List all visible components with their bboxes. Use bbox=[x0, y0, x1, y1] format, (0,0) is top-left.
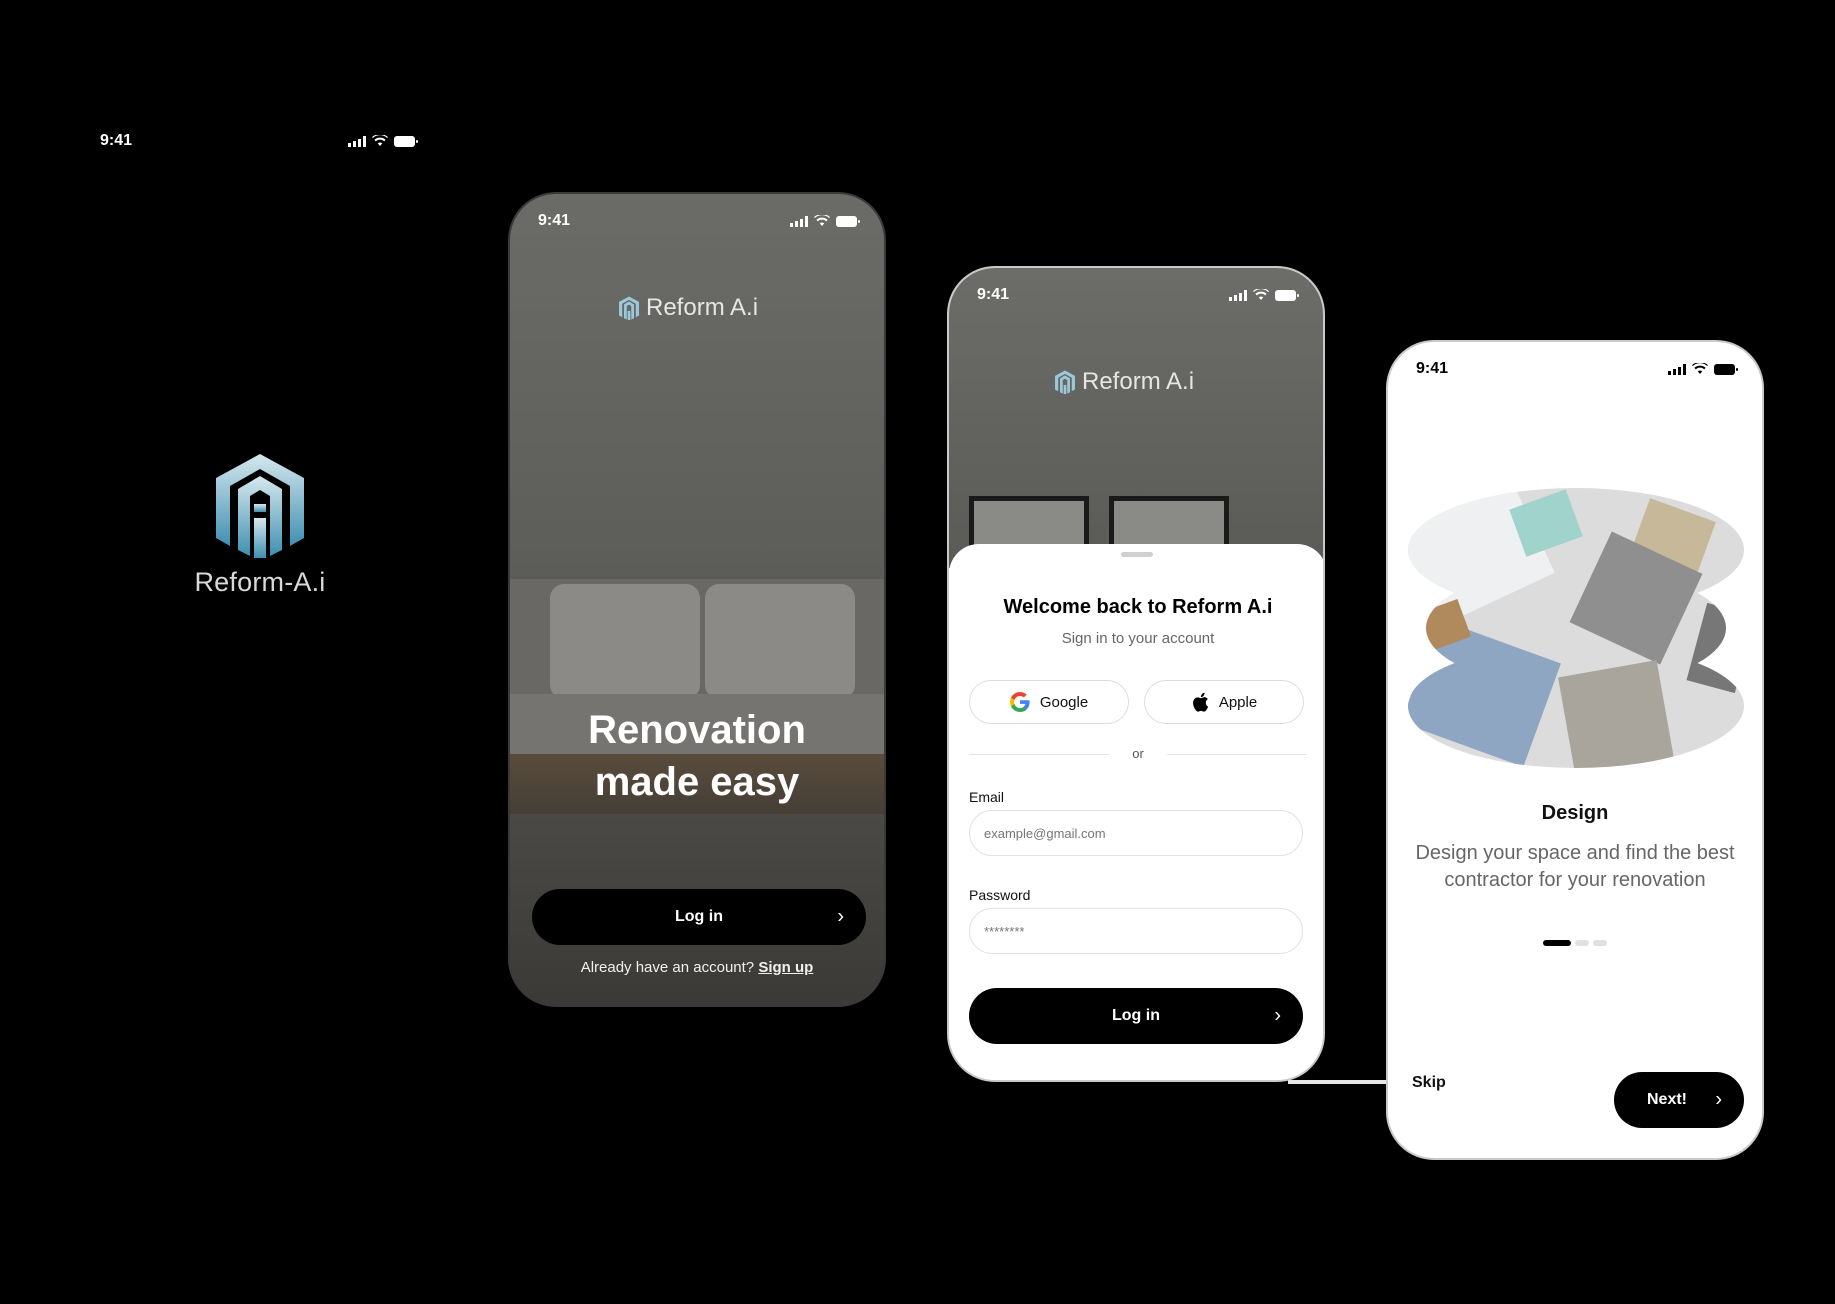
signal-icon bbox=[348, 135, 366, 147]
password-label: Password bbox=[969, 887, 1031, 903]
reform-logo-icon bbox=[216, 454, 304, 558]
wifi-icon bbox=[1692, 363, 1708, 374]
signup-prompt: Already have an account? Sign up bbox=[510, 959, 884, 976]
welcome-brand: Reform A.i bbox=[618, 294, 758, 322]
login-button-label: Log in bbox=[1112, 1007, 1160, 1024]
apple-signin-button[interactable]: Apple bbox=[1144, 680, 1304, 724]
login-submit-button[interactable]: Log in › bbox=[969, 988, 1303, 1044]
status-icons bbox=[1668, 363, 1738, 375]
status-icons bbox=[348, 135, 418, 147]
google-icon bbox=[1009, 692, 1030, 712]
login-brand: Reform A.i bbox=[1054, 368, 1194, 396]
hero-title: Renovation made easy bbox=[510, 704, 884, 808]
status-time: 9:41 bbox=[1416, 360, 1449, 377]
login-screen: 9:41 Reform A.i Welcome back to Reform A… bbox=[947, 266, 1325, 1082]
login-subtitle: Sign in to your account bbox=[1061, 630, 1215, 647]
google-signin-button[interactable]: Google bbox=[969, 680, 1129, 724]
status-icons bbox=[790, 215, 860, 227]
apple-label: Apple bbox=[1218, 693, 1258, 711]
sofa-cushion bbox=[705, 584, 855, 699]
login-title: Welcome back to Reform A.i bbox=[1003, 596, 1273, 618]
status-time: 9:41 bbox=[977, 286, 1010, 303]
brand-name: Reform A.i bbox=[1082, 368, 1195, 395]
welcome-screen: 9:41 Reform A.i Renovation made easy Log… bbox=[508, 192, 886, 1007]
onboarding-title: Design bbox=[1541, 802, 1609, 824]
splash-status-bar: 9:41 bbox=[100, 132, 418, 150]
hero-title-line: made easy bbox=[594, 760, 800, 804]
next-button[interactable]: Next! › bbox=[1614, 1072, 1744, 1128]
login-button-label: Log in bbox=[675, 908, 723, 925]
chevron-right-icon: › bbox=[1715, 1088, 1722, 1111]
login-button[interactable]: Log in › bbox=[532, 889, 866, 945]
divider-text: or bbox=[1132, 746, 1144, 761]
status-time: 9:41 bbox=[538, 212, 571, 229]
skip-button[interactable]: Skip bbox=[1412, 1074, 1446, 1092]
material-samples-image bbox=[1406, 488, 1746, 768]
hero-title-line: Renovation bbox=[588, 708, 806, 752]
sofa-cushion bbox=[550, 584, 700, 699]
design-illustration bbox=[1408, 488, 1744, 768]
status-time: 9:41 bbox=[100, 132, 133, 149]
onboarding-screen: 9:41 Design Design your space and find t… bbox=[1386, 340, 1764, 1160]
page-indicator bbox=[1388, 940, 1762, 946]
wifi-icon bbox=[372, 135, 388, 146]
page-dot-active[interactable] bbox=[1543, 940, 1571, 946]
signup-link[interactable]: Sign up bbox=[758, 959, 813, 976]
onboarding-description: Design your space and find the best cont… bbox=[1415, 842, 1735, 891]
onboarding-status-bar: 9:41 bbox=[1416, 360, 1738, 378]
battery-icon bbox=[1275, 289, 1299, 301]
apple-icon bbox=[1192, 692, 1208, 712]
login-status-bar: 9:41 bbox=[977, 286, 1299, 304]
battery-icon bbox=[836, 215, 860, 227]
battery-icon bbox=[1714, 363, 1738, 375]
page-dot[interactable] bbox=[1575, 940, 1589, 946]
login-sheet: Welcome back to Reform A.i Sign in to yo… bbox=[949, 544, 1323, 1080]
email-field[interactable] bbox=[969, 810, 1303, 856]
sheet-grabber[interactable] bbox=[1121, 552, 1153, 557]
splash-brand-name: Reform-A.i bbox=[194, 567, 326, 597]
google-label: Google bbox=[1039, 693, 1089, 711]
chevron-right-icon: › bbox=[1274, 1004, 1281, 1027]
reform-logo-icon bbox=[619, 296, 639, 320]
email-label: Email bbox=[969, 789, 1005, 805]
wifi-icon bbox=[1253, 289, 1269, 300]
wifi-icon bbox=[814, 215, 830, 226]
signal-icon bbox=[1668, 363, 1686, 375]
status-icons bbox=[1229, 289, 1299, 301]
battery-icon bbox=[394, 135, 418, 147]
signal-icon bbox=[790, 215, 808, 227]
next-button-label: Next! bbox=[1646, 1091, 1687, 1108]
reform-logo-icon bbox=[1055, 370, 1075, 394]
page-dot[interactable] bbox=[1593, 940, 1607, 946]
chevron-right-icon: › bbox=[837, 905, 844, 928]
splash-logo: Reform-A.i bbox=[190, 452, 330, 598]
welcome-status-bar: 9:41 bbox=[538, 212, 860, 230]
flow-connector bbox=[1288, 1080, 1386, 1084]
signal-icon bbox=[1229, 289, 1247, 301]
password-field[interactable] bbox=[969, 908, 1303, 954]
brand-name: Reform A.i bbox=[646, 294, 759, 321]
signup-prompt-text: Already have an account? bbox=[580, 959, 755, 976]
